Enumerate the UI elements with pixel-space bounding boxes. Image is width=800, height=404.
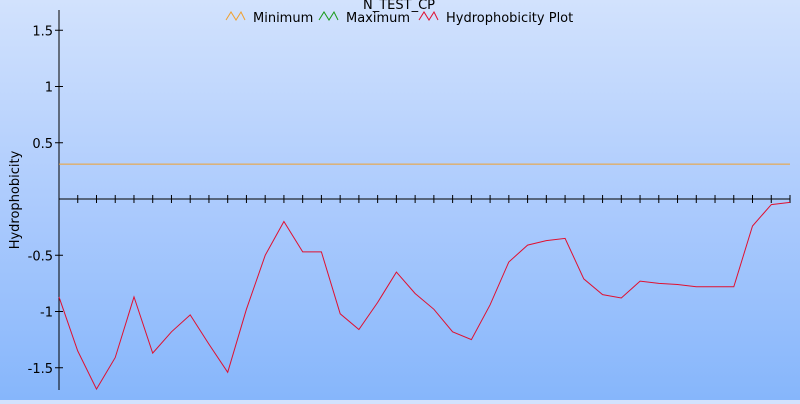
y-tick-label: -0.5 [28, 249, 53, 264]
y-tick-label: 1.5 [32, 24, 53, 39]
series-line-2 [58, 201, 791, 391]
legend-item: Minimum [225, 10, 313, 26]
chart-canvas: N_TEST_CP Minimum Maximum Hydrophobicity P… [8, 0, 791, 391]
legend: Minimum Maximum Hydrophobicity Plot [225, 10, 573, 26]
zigzag-icon [418, 10, 439, 21]
legend-item: Hydrophobicity Plot [418, 10, 573, 26]
hydrophobicity-chart: N_TEST_CP Minimum Maximum Hydrophobicity P… [0, 0, 800, 400]
y-axis-ticks: 1.5 1 0.5 -0.5 -1 -1.5 [28, 24, 63, 377]
legend-item: Maximum [318, 10, 410, 26]
legend-label: Hydrophobicity Plot [446, 11, 573, 26]
y-tick-label: -1 [40, 306, 53, 321]
y-tick-label: 0.5 [32, 137, 53, 152]
zigzag-icon [318, 10, 339, 21]
zigzag-icon [225, 10, 246, 21]
y-axis-label: Hydrophobicity [8, 150, 23, 249]
series-group [58, 163, 791, 391]
y-tick-label: 1 [45, 81, 53, 96]
legend-label: Maximum [346, 11, 410, 26]
y-tick-label: -1.5 [28, 362, 53, 377]
legend-label: Minimum [253, 11, 313, 26]
